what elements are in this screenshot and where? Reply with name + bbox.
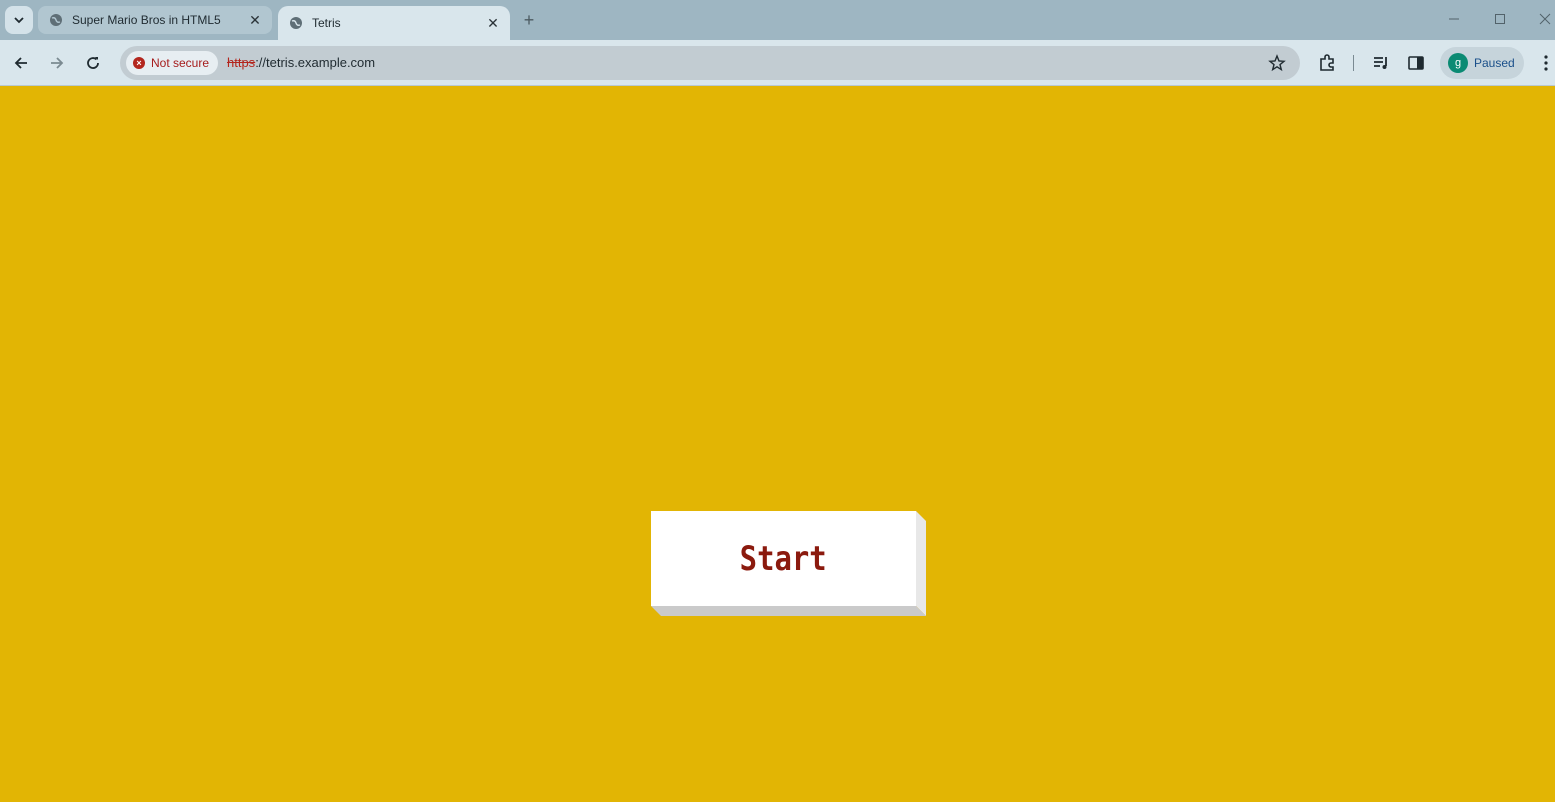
start-button-side-bevel	[916, 511, 926, 616]
error-icon: ×	[133, 57, 145, 69]
start-button[interactable]: Start	[651, 511, 926, 616]
tab-title: Tetris	[312, 16, 341, 30]
tab-strip: Super Mario Bros in HTML5 ✕ Tetris ✕ +	[0, 0, 1555, 40]
avatar: g	[1448, 53, 1468, 73]
url-text[interactable]: https://tetris.example.com	[227, 55, 375, 70]
start-button-bottom-bevel	[651, 606, 926, 616]
close-window-icon[interactable]	[1530, 6, 1555, 32]
address-bar[interactable]: × Not secure https://tetris.example.com	[120, 46, 1300, 80]
globe-icon	[48, 12, 64, 28]
reload-button[interactable]	[80, 50, 106, 76]
minimize-icon[interactable]	[1439, 6, 1469, 32]
reload-icon	[87, 57, 99, 69]
globe-icon	[288, 15, 304, 31]
bookmark-star-icon[interactable]	[1268, 54, 1286, 72]
game-canvas: Start	[0, 87, 1555, 802]
maximize-icon[interactable]	[1485, 6, 1515, 32]
toolbar-divider	[1353, 55, 1354, 71]
chevron-down-icon	[14, 17, 24, 24]
extensions-icon[interactable]	[1316, 52, 1338, 74]
menu-dots-icon[interactable]	[1537, 52, 1555, 74]
tab-tetris[interactable]: Tetris ✕	[278, 6, 510, 40]
side-panel-icon[interactable]	[1405, 52, 1427, 74]
url-scheme: https	[227, 55, 256, 70]
security-indicator[interactable]: × Not secure	[126, 51, 218, 75]
media-control-icon[interactable]	[1370, 52, 1392, 74]
tab-super-mario[interactable]: Super Mario Bros in HTML5 ✕	[38, 6, 272, 34]
close-tab-icon[interactable]: ✕	[246, 11, 264, 29]
url-host: ://tetris.example.com	[255, 55, 376, 70]
back-button[interactable]	[8, 50, 34, 76]
browser-toolbar: × Not secure https://tetris.example.com …	[0, 40, 1555, 86]
start-button-label: Start	[739, 538, 827, 579]
close-tab-icon[interactable]: ✕	[484, 14, 502, 32]
arrow-left-icon	[14, 57, 27, 69]
profile-status: Paused	[1474, 56, 1515, 70]
security-label: Not secure	[151, 56, 210, 70]
forward-button[interactable]	[44, 50, 70, 76]
profile-button[interactable]: g Paused	[1440, 47, 1524, 79]
tab-title: Super Mario Bros in HTML5	[72, 13, 221, 27]
tab-search-button[interactable]	[5, 6, 33, 34]
new-tab-button[interactable]: +	[518, 9, 540, 31]
start-button-face[interactable]: Start	[651, 511, 916, 606]
arrow-right-icon	[51, 57, 64, 69]
